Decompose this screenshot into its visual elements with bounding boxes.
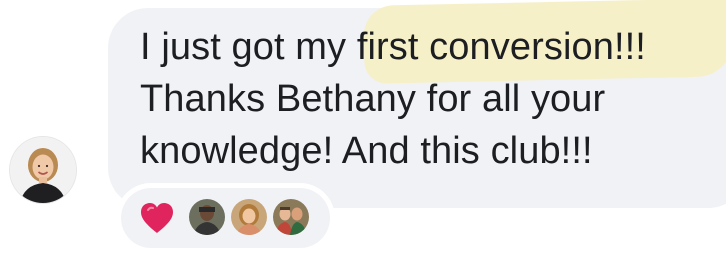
comment-line-2: Thanks Bethany for all your bbox=[140, 78, 606, 120]
commenter-avatar[interactable] bbox=[10, 137, 76, 203]
reactor-avatar-3-icon bbox=[273, 199, 309, 235]
reactions-bar[interactable] bbox=[121, 188, 330, 248]
comment-line-3: knowledge! And this club!!! bbox=[140, 130, 593, 172]
reactor-avatar-1[interactable] bbox=[189, 199, 225, 235]
comment-line-1: I just got my first conversion!!! bbox=[140, 21, 726, 73]
avatar-photo-icon bbox=[10, 137, 76, 203]
reactor-avatar-2[interactable] bbox=[231, 199, 267, 235]
reactor-avatar-2-icon bbox=[231, 199, 267, 235]
comment-line-1-part-a: I just got my bbox=[140, 26, 357, 68]
comment-thread: I just got my first conversion!!! Thanks… bbox=[0, 0, 726, 254]
comment-text: I just got my first conversion!!! Thanks… bbox=[140, 21, 726, 177]
reactor-avatar-3[interactable] bbox=[273, 199, 309, 235]
reactor-avatar-1-icon bbox=[189, 199, 225, 235]
comment-line-1-highlighted-part: first conversion!!! bbox=[356, 26, 646, 68]
heart-reaction-icon[interactable] bbox=[139, 201, 175, 235]
